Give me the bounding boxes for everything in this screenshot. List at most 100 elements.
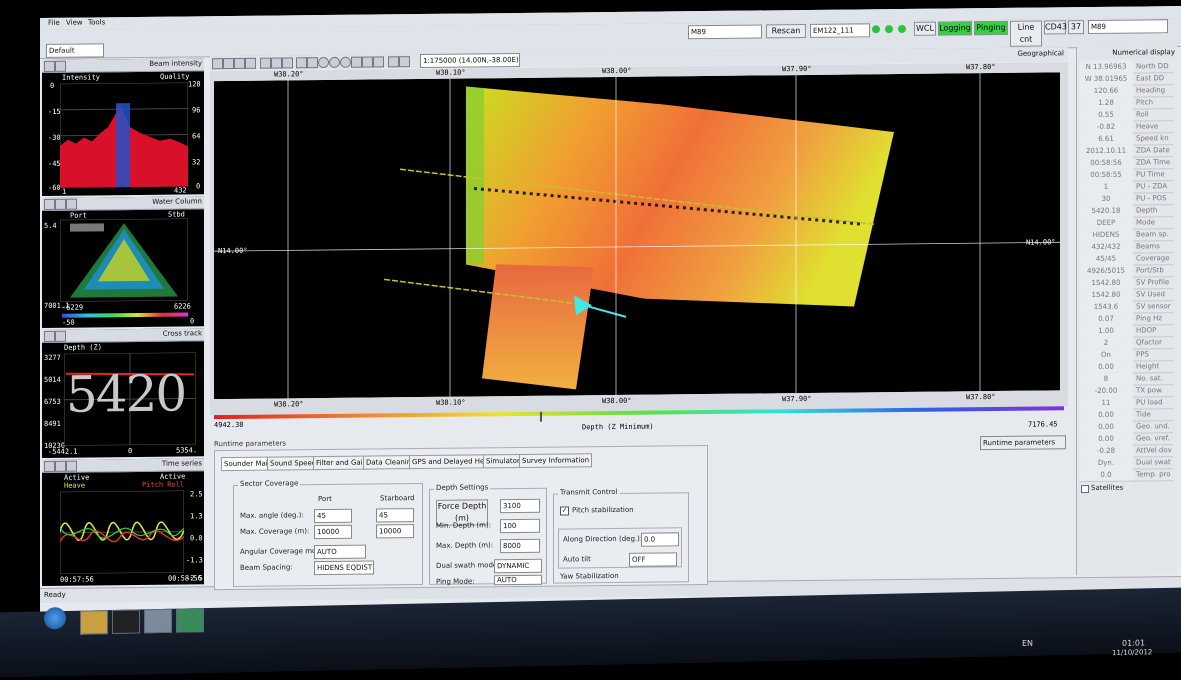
numeric-value: 6.61 (1079, 132, 1133, 146)
mode-number: 37 (1068, 20, 1084, 35)
rescan-button[interactable]: Rescan (766, 23, 806, 39)
zoom-in-icon[interactable] (223, 57, 234, 70)
zoom-icon[interactable] (44, 60, 55, 72)
numeric-value: 00:58:56 (1079, 156, 1133, 170)
min-depth-input[interactable]: 100 (500, 518, 540, 534)
beam-intensity-dropdown[interactable]: Beam intensity (149, 59, 202, 68)
pan-icon[interactable] (55, 60, 66, 72)
logging-button[interactable]: Logging (938, 21, 972, 36)
start-button[interactable] (44, 606, 66, 630)
globe-icon[interactable] (318, 56, 329, 69)
dual-swath-select[interactable]: DYNAMIC (494, 558, 542, 574)
numeric-value: DEEP (1079, 216, 1133, 230)
numeric-label: SV sensor (1136, 302, 1171, 311)
logging-label: Logging (939, 23, 971, 33)
max-depth-input[interactable]: 8000 (500, 538, 540, 554)
numeric-value: 1542.80 (1079, 276, 1133, 290)
ct-tick-3: 8491 (44, 419, 61, 428)
draw-icon[interactable] (388, 56, 399, 68)
angular-mode-select[interactable]: AUTO (314, 544, 366, 560)
right-device-select[interactable]: M89 (1088, 19, 1168, 35)
water-column-dropdown[interactable]: Water Column (152, 197, 202, 206)
cross-track-dropdown[interactable]: Cross track (163, 329, 202, 337)
explorer-icon[interactable] (80, 610, 108, 635)
numeric-label: SV Used (1136, 290, 1165, 299)
cursor-readout: 1:175000 (14.00N,-38.00E) (420, 52, 520, 69)
zoom-icon[interactable] (44, 460, 55, 472)
pan-icon[interactable] (245, 57, 256, 69)
ts-pitch-roll-label: Pitch Roll (142, 480, 185, 489)
zoom-icon[interactable] (44, 330, 55, 342)
top-lon-4: W37.80° (966, 62, 996, 72)
runtime-dropdown[interactable]: Runtime parameters (980, 435, 1066, 451)
pan-icon[interactable] (55, 198, 66, 210)
pitch-stab-checkbox[interactable]: ✓ (560, 506, 569, 516)
menu-file[interactable]: File (48, 19, 60, 27)
tab-survey-info[interactable]: Survey Information (519, 453, 593, 468)
menu-tools[interactable]: Tools (88, 18, 105, 26)
numeric-value: 2012.10.11 (1079, 144, 1133, 158)
grid-icon[interactable] (307, 57, 318, 69)
language-indicator[interactable]: EN (1022, 639, 1033, 648)
clock-time[interactable]: 01:01 (1122, 638, 1145, 647)
force-depth-input[interactable]: 3100 (500, 498, 540, 514)
max-depth-value: 8000 (503, 541, 521, 551)
ping-mode-select[interactable]: AUTO (494, 574, 542, 586)
line-count-button[interactable]: Line cnt (1010, 20, 1042, 47)
mode-button[interactable]: CD43 (1044, 20, 1067, 35)
sis-app-icon[interactable] (176, 608, 204, 633)
select-icon[interactable] (212, 58, 223, 70)
pan-icon[interactable] (55, 330, 66, 342)
device-select[interactable]: M89 (688, 24, 762, 40)
time-series-dropdown[interactable]: Time series (162, 459, 202, 467)
bottom-lon-0: W38.20° (274, 400, 304, 409)
max-coverage-port-input[interactable]: 10000 (314, 524, 352, 540)
numeric-display-dropdown[interactable]: Numerical display (1079, 46, 1175, 60)
layers-icon[interactable] (296, 57, 307, 69)
auto-tilt-select[interactable]: OFF (629, 552, 677, 567)
tab-simulator[interactable]: Simulator (483, 453, 523, 469)
pan-icon[interactable] (55, 460, 66, 472)
view-2d-icon[interactable] (260, 57, 271, 69)
wcl-button[interactable]: WCL (914, 21, 936, 36)
zoom-out-icon[interactable] (234, 57, 245, 69)
satellites-checkbox[interactable] (1081, 485, 1089, 494)
tab-sound-speed[interactable]: Sound Speed (267, 456, 320, 471)
calculator-icon[interactable] (144, 608, 172, 634)
numeric-label: Roll (1136, 110, 1149, 119)
layout-select[interactable]: Default (46, 43, 104, 58)
refresh-icon[interactable] (399, 56, 410, 68)
numeric-label: Speed kn (1136, 134, 1169, 143)
numeric-label: Coverage (1136, 254, 1170, 263)
colorbar-marker[interactable] (540, 411, 542, 422)
settings-icon[interactable] (351, 56, 362, 68)
zoom-fit-icon[interactable] (362, 56, 373, 68)
along-direction-input[interactable]: 0.0 (641, 532, 679, 547)
bottom-lon-3: W37.90° (782, 394, 812, 404)
max-angle-port-input[interactable]: 45 (314, 508, 352, 524)
max-angle-stbd-input[interactable]: 45 (376, 508, 414, 523)
zoom-icon[interactable] (44, 198, 55, 210)
menu-view[interactable]: View (66, 19, 83, 27)
numeric-value: 1 (1079, 180, 1133, 194)
beam-spacing-select[interactable]: HIDENS EQDIST (314, 560, 374, 576)
geo-dropdown[interactable]: Geographical (1017, 49, 1064, 57)
system-select[interactable]: EM122_111 (810, 23, 870, 38)
numeric-value: 1.28 (1079, 96, 1133, 110)
wcl-label: WCL (916, 23, 934, 33)
info-icon[interactable] (340, 56, 351, 68)
view-3d-icon[interactable] (271, 57, 282, 69)
starboard-header: Starboard (380, 494, 415, 503)
bathymetry-map[interactable] (214, 72, 1060, 400)
measure-icon[interactable] (282, 57, 293, 69)
pinging-button[interactable]: Pinging (974, 20, 1008, 36)
search-icon[interactable] (373, 56, 384, 68)
close-icon[interactable] (66, 460, 77, 472)
max-coverage-stbd-input[interactable]: 10000 (376, 524, 414, 539)
system-select-value: EM122_111 (813, 26, 854, 35)
numeric-label: North DD (1136, 62, 1169, 71)
ts-tick-3: -1.3 (186, 556, 203, 565)
terminal-icon[interactable] (112, 609, 140, 635)
color-icon[interactable] (329, 56, 340, 68)
settings-icon[interactable] (66, 198, 77, 210)
